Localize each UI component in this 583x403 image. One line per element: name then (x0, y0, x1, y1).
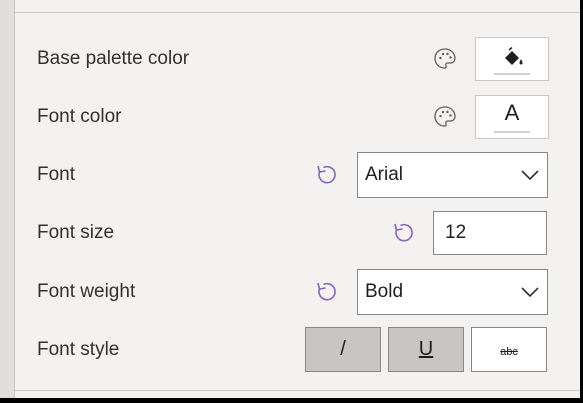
paint-bucket-icon (505, 47, 523, 65)
chevron-down-icon (521, 287, 539, 298)
reset-icon[interactable] (313, 279, 339, 305)
font-color-swatch-underline (494, 131, 530, 133)
font-size-field[interactable] (433, 211, 547, 255)
font-weight-dropdown[interactable]: Bold (357, 269, 548, 315)
font-dropdown-value: Arial (365, 164, 404, 185)
base-palette-color-button[interactable] (475, 37, 549, 81)
base-palette-swatch-underline (494, 73, 530, 75)
font-size-label: Font size (37, 222, 115, 243)
font-size-input[interactable] (434, 212, 546, 254)
strikethrough-toggle-button[interactable]: abc (471, 327, 547, 372)
row-font: Font Arial (15, 152, 583, 198)
font-dropdown[interactable]: Arial (357, 152, 548, 198)
font-style-label: Font style (37, 339, 120, 360)
font-color-label: Font color (37, 106, 122, 127)
reset-icon[interactable] (313, 162, 339, 188)
reset-icon[interactable] (390, 220, 416, 246)
window-bottom-edge (0, 398, 583, 403)
row-font-size: Font size (15, 211, 583, 255)
italic-toggle-button[interactable]: / (305, 327, 381, 372)
font-weight-dropdown-value: Bold (365, 281, 404, 302)
base-palette-color-label: Base palette color (37, 48, 190, 69)
row-font-weight: Font weight Bold (15, 269, 583, 315)
strikethrough-glyph: abc (500, 346, 518, 358)
font-label: Font (37, 164, 76, 185)
font-weight-label: Font weight (37, 281, 136, 302)
font-color-glyph: A (504, 100, 520, 125)
underline-glyph: U (418, 338, 434, 360)
text-formatting-panel: Base palette color Font color A Font Ari… (15, 13, 583, 390)
chevron-down-icon (521, 170, 539, 181)
format-pane: Base palette color Font color A Font Ari… (0, 0, 583, 403)
row-font-style: Font style / U abc (15, 327, 583, 372)
row-font-color: Font color A (15, 95, 583, 139)
pane-top-section (15, 0, 583, 13)
pane-left-edge (0, 0, 15, 403)
palette-icon[interactable] (432, 104, 458, 130)
pane-bottom-divider (15, 390, 583, 391)
row-base-palette-color: Base palette color (15, 37, 583, 81)
italic-glyph: / (340, 338, 346, 360)
font-color-button[interactable]: A (475, 95, 549, 139)
underline-toggle-button[interactable]: U (388, 327, 464, 372)
palette-icon[interactable] (432, 46, 458, 72)
